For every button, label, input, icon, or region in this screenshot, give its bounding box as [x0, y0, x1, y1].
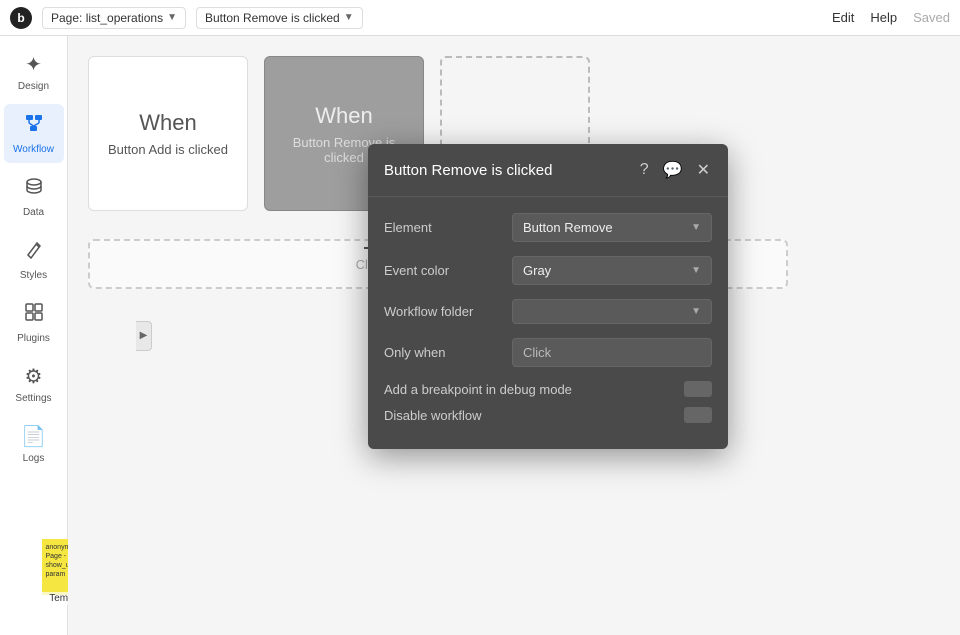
- sidebar-item-settings[interactable]: ⚙ Settings: [4, 356, 64, 412]
- sidebar-item-styles[interactable]: Styles: [4, 230, 64, 289]
- trigger-selector[interactable]: Button Remove is clicked ▼: [196, 7, 363, 29]
- disable-toggle[interactable]: [684, 407, 712, 423]
- workflow-folder-label: Workflow folder: [384, 304, 504, 319]
- modal-overlay: Button Remove is clicked ? 💬 ✕ Element B…: [68, 36, 960, 635]
- element-row: Element Button Remove ▼: [384, 213, 712, 242]
- disable-workflow-row: Disable workflow: [384, 407, 712, 423]
- workflow-folder-chevron: ▼: [691, 306, 701, 317]
- only-when-placeholder: Click: [523, 345, 551, 360]
- modal-dialog: Button Remove is clicked ? 💬 ✕ Element B…: [368, 144, 728, 449]
- workflow-folder-row: Workflow folder ▼: [384, 299, 712, 324]
- modal-help-button[interactable]: ?: [638, 159, 651, 181]
- trigger-selector-label: Button Remove is clicked: [205, 11, 340, 25]
- sidebar-item-label-workflow: Workflow: [13, 144, 54, 155]
- only-when-input[interactable]: Click: [512, 338, 712, 367]
- sidebar-item-workflow[interactable]: Workflow: [4, 104, 64, 163]
- modal-body: Element Button Remove ▼ Event color Gray…: [368, 197, 728, 449]
- modal-close-button[interactable]: ✕: [695, 158, 712, 182]
- sidebar-item-label-plugins: Plugins: [17, 333, 50, 344]
- sidebar-item-data[interactable]: Data: [4, 167, 64, 226]
- page-selector-label: Page: list_operations: [51, 11, 163, 25]
- modal-header: Button Remove is clicked ? 💬 ✕: [368, 144, 728, 197]
- styles-icon: [23, 238, 45, 266]
- only-when-label: Only when: [384, 345, 504, 360]
- saved-status: Saved: [913, 10, 950, 25]
- modal-icons: ? 💬 ✕: [638, 158, 712, 182]
- sidebar-item-label-logs: Logs: [23, 453, 45, 464]
- trigger-selector-chevron: ▼: [344, 12, 354, 23]
- canvas-area: When Button Add is clicked When Button R…: [68, 36, 960, 635]
- design-icon: ✦: [25, 52, 42, 77]
- plugins-icon: [23, 301, 45, 329]
- modal-title: Button Remove is clicked: [384, 162, 630, 179]
- modal-comment-button[interactable]: 💬: [661, 158, 685, 182]
- sidebar-item-logs[interactable]: 📄 Logs: [4, 416, 64, 472]
- event-color-value: Gray: [523, 263, 551, 278]
- sidebar: ✦ Design Workflow: [0, 36, 68, 635]
- debug-label: Add a breakpoint in debug mode: [384, 382, 676, 397]
- sidebar-item-label-settings: Settings: [15, 393, 51, 404]
- event-color-row: Event color Gray ▼: [384, 256, 712, 285]
- only-when-row: Only when Click: [384, 338, 712, 367]
- data-icon: [23, 175, 45, 203]
- event-color-label: Event color: [384, 263, 504, 278]
- sidebar-item-plugins[interactable]: Plugins: [4, 293, 64, 352]
- help-menu-item[interactable]: Help: [870, 10, 897, 25]
- event-color-dropdown[interactable]: Gray ▼: [512, 256, 712, 285]
- sidebar-item-label-design: Design: [18, 81, 49, 92]
- settings-icon: ⚙: [25, 364, 43, 389]
- edit-menu-item[interactable]: Edit: [832, 10, 854, 25]
- disable-label: Disable workflow: [384, 408, 676, 423]
- topbar: b Page: list_operations ▼ Button Remove …: [0, 0, 960, 36]
- element-chevron: ▼: [691, 222, 701, 233]
- event-color-chevron: ▼: [691, 265, 701, 276]
- topbar-menu: Edit Help Saved: [832, 10, 950, 25]
- debug-toggle[interactable]: [684, 381, 712, 397]
- element-value: Button Remove: [523, 220, 613, 235]
- workflow-icon: [23, 112, 45, 140]
- element-dropdown[interactable]: Button Remove ▼: [512, 213, 712, 242]
- breakpoint-row: Add a breakpoint in debug mode: [384, 381, 712, 397]
- page-selector-chevron: ▼: [167, 12, 177, 23]
- page-selector[interactable]: Page: list_operations ▼: [42, 7, 186, 29]
- element-label: Element: [384, 220, 504, 235]
- sidebar-item-design[interactable]: ✦ Design: [4, 44, 64, 100]
- main-layout: ✦ Design Workflow: [0, 36, 960, 635]
- app-logo: b: [10, 7, 32, 29]
- sidebar-item-label-data: Data: [23, 207, 44, 218]
- workflow-folder-dropdown[interactable]: ▼: [512, 299, 712, 324]
- sidebar-item-label-styles: Styles: [20, 270, 47, 281]
- logs-icon: 📄: [21, 424, 46, 449]
